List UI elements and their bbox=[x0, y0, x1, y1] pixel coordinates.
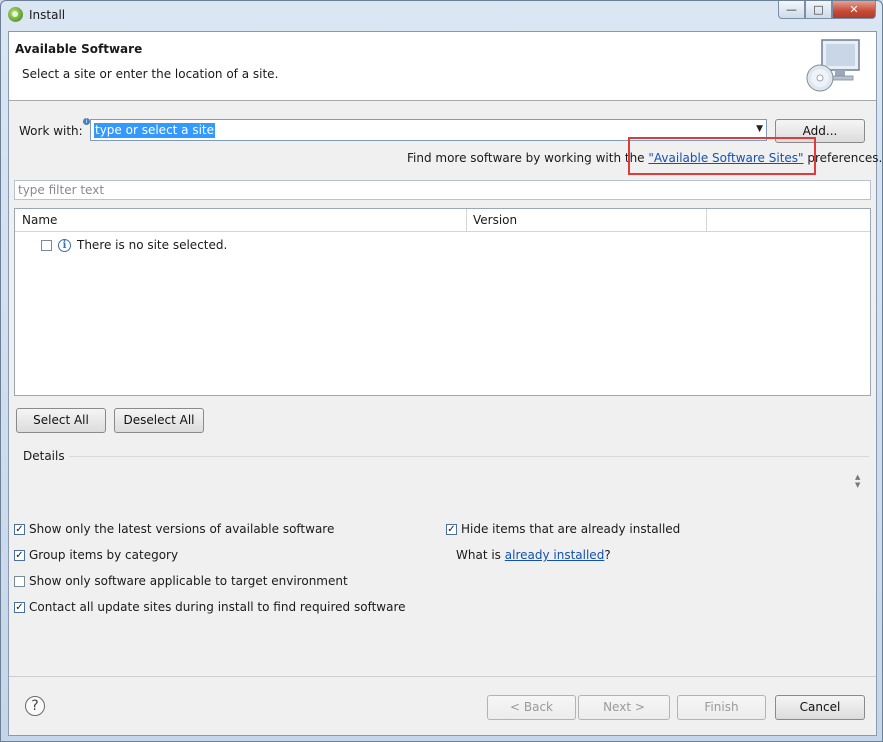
target-environment-checkbox[interactable] bbox=[14, 575, 25, 587]
maximize-button[interactable]: □ bbox=[805, 1, 832, 19]
highlight-annotation-box bbox=[628, 137, 816, 175]
maximize-icon: □ bbox=[813, 3, 824, 16]
details-scroll-arrows-icon[interactable]: ▲ ▼ bbox=[855, 473, 860, 489]
footer-divider bbox=[9, 676, 876, 677]
spring-app-icon bbox=[8, 7, 23, 22]
column-header-version[interactable]: Version bbox=[473, 213, 517, 227]
minimize-button[interactable]: — bbox=[778, 1, 805, 19]
header-banner: Available Software Select a site or ente… bbox=[9, 32, 876, 101]
latest-versions-checkbox[interactable]: ✓ bbox=[14, 523, 25, 535]
column-header-name[interactable]: Name bbox=[22, 213, 57, 227]
close-icon: ✕ bbox=[849, 3, 859, 16]
details-divider bbox=[69, 456, 869, 457]
info-decoration-icon: i bbox=[83, 118, 90, 125]
column-divider[interactable] bbox=[466, 209, 467, 231]
what-is-suffix: ? bbox=[604, 548, 611, 562]
close-button[interactable]: ✕ bbox=[832, 1, 876, 19]
next-button[interactable]: Next > bbox=[578, 695, 670, 720]
dropdown-arrow-icon[interactable]: ▼ bbox=[756, 124, 763, 134]
contact-sites-option[interactable]: ✓ Contact all update sites during instal… bbox=[14, 600, 406, 614]
deselect-all-button[interactable]: Deselect All bbox=[114, 408, 204, 433]
what-is-installed-text: What is already installed? bbox=[456, 548, 611, 562]
minimize-icon: — bbox=[786, 3, 797, 16]
contact-sites-checkbox[interactable]: ✓ bbox=[14, 601, 25, 613]
row-text: There is no site selected. bbox=[77, 238, 228, 252]
latest-versions-label: Show only the latest versions of availab… bbox=[29, 522, 335, 536]
title-bar[interactable]: Install — □ ✕ bbox=[1, 1, 882, 31]
contact-sites-label: Contact all update sites during install … bbox=[29, 600, 406, 614]
page-description: Select a site or enter the location of a… bbox=[22, 67, 279, 81]
target-environment-label: Show only software applicable to target … bbox=[29, 574, 348, 588]
details-label: Details bbox=[23, 449, 65, 463]
window-title: Install bbox=[29, 8, 66, 22]
latest-versions-option[interactable]: ✓ Show only the latest versions of avail… bbox=[14, 522, 334, 536]
hide-installed-checkbox[interactable]: ✓ bbox=[446, 523, 457, 535]
details-group: Details bbox=[14, 444, 871, 514]
hide-installed-option[interactable]: ✓ Hide items that are already installed bbox=[446, 522, 680, 536]
details-text-area[interactable] bbox=[14, 469, 869, 513]
install-monitor-icon bbox=[806, 39, 860, 92]
work-with-combo-text: type or select a site bbox=[94, 123, 216, 138]
back-button[interactable]: < Back bbox=[487, 695, 576, 720]
group-by-category-checkbox[interactable]: ✓ bbox=[14, 549, 25, 561]
work-with-label: Work with: bbox=[19, 124, 83, 138]
what-is-prefix: What is bbox=[456, 548, 501, 562]
cancel-button[interactable]: Cancel bbox=[775, 695, 865, 720]
column-divider[interactable] bbox=[706, 209, 707, 231]
hide-installed-label: Hide items that are already installed bbox=[461, 522, 681, 536]
select-all-button[interactable]: Select All bbox=[16, 408, 106, 433]
help-icon[interactable]: ? bbox=[25, 696, 45, 716]
finish-button[interactable]: Finish bbox=[677, 695, 766, 720]
info-icon: i bbox=[58, 238, 71, 252]
row-checkbox[interactable] bbox=[41, 239, 52, 251]
filter-input[interactable]: type filter text bbox=[14, 180, 871, 200]
window-controls: — □ ✕ bbox=[778, 1, 876, 19]
already-installed-link[interactable]: already installed bbox=[505, 548, 605, 562]
group-by-category-option[interactable]: ✓ Group items by category bbox=[14, 548, 178, 562]
table-header: Name Version bbox=[15, 209, 870, 232]
software-table: Name Version i There is no site selected… bbox=[14, 208, 871, 396]
page-title: Available Software bbox=[15, 42, 143, 56]
group-by-category-label: Group items by category bbox=[29, 548, 179, 562]
install-window: Install — □ ✕ Available Software Select … bbox=[0, 0, 883, 742]
dialog-content: Available Software Select a site or ente… bbox=[8, 31, 882, 736]
target-environment-option[interactable]: Show only software applicable to target … bbox=[14, 574, 348, 588]
table-row[interactable]: i There is no site selected. bbox=[41, 236, 227, 254]
hint-prefix: Find more software by working with the bbox=[407, 151, 649, 165]
